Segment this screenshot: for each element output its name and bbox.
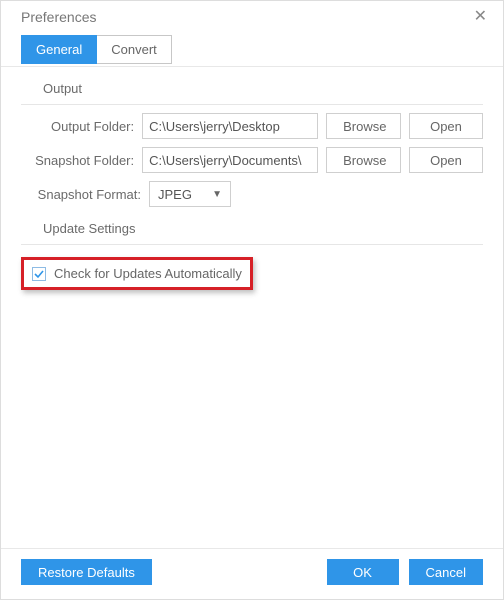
tab-convert[interactable]: Convert <box>97 35 172 64</box>
dialog-title: Preferences <box>21 9 96 25</box>
output-folder-row: Output Folder: Browse Open <box>21 113 483 139</box>
snapshot-format-label: Snapshot Format: <box>21 187 149 202</box>
snapshot-format-row: Snapshot Format: JPEG ▼ <box>21 181 483 207</box>
output-folder-input[interactable] <box>142 113 318 139</box>
footer-right: OK Cancel <box>327 559 483 585</box>
ok-button[interactable]: OK <box>327 559 399 585</box>
browse-snapshot-button[interactable]: Browse <box>326 147 401 173</box>
update-highlight: Check for Updates Automatically <box>21 257 253 290</box>
snapshot-folder-input[interactable] <box>142 147 318 173</box>
update-section-label: Update Settings <box>43 221 483 236</box>
open-output-button[interactable]: Open <box>409 113 483 139</box>
auto-update-checkbox[interactable] <box>32 267 46 281</box>
snapshot-format-select[interactable]: JPEG ▼ <box>149 181 231 207</box>
tab-general[interactable]: General <box>21 35 97 64</box>
auto-update-label: Check for Updates Automatically <box>54 266 242 281</box>
update-section-rule <box>21 244 483 245</box>
close-icon[interactable]: ✕ <box>474 9 487 25</box>
tab-bar: General Convert <box>1 31 503 64</box>
snapshot-folder-row: Snapshot Folder: Browse Open <box>21 147 483 173</box>
check-icon <box>34 269 44 279</box>
update-section: Update Settings Check for Updates Automa… <box>21 221 483 290</box>
restore-defaults-button[interactable]: Restore Defaults <box>21 559 152 585</box>
output-section-label: Output <box>43 81 483 96</box>
output-section-rule <box>21 104 483 105</box>
chevron-down-icon: ▼ <box>212 189 222 200</box>
dialog-footer: Restore Defaults OK Cancel <box>1 548 503 599</box>
output-folder-label: Output Folder: <box>21 119 142 134</box>
snapshot-folder-label: Snapshot Folder: <box>21 153 142 168</box>
snapshot-format-value: JPEG <box>158 187 192 202</box>
dialog-header: Preferences ✕ <box>1 1 503 31</box>
cancel-button[interactable]: Cancel <box>409 559 483 585</box>
browse-output-button[interactable]: Browse <box>326 113 401 139</box>
open-snapshot-button[interactable]: Open <box>409 147 483 173</box>
content-area: Output Output Folder: Browse Open Snapsh… <box>1 67 503 300</box>
